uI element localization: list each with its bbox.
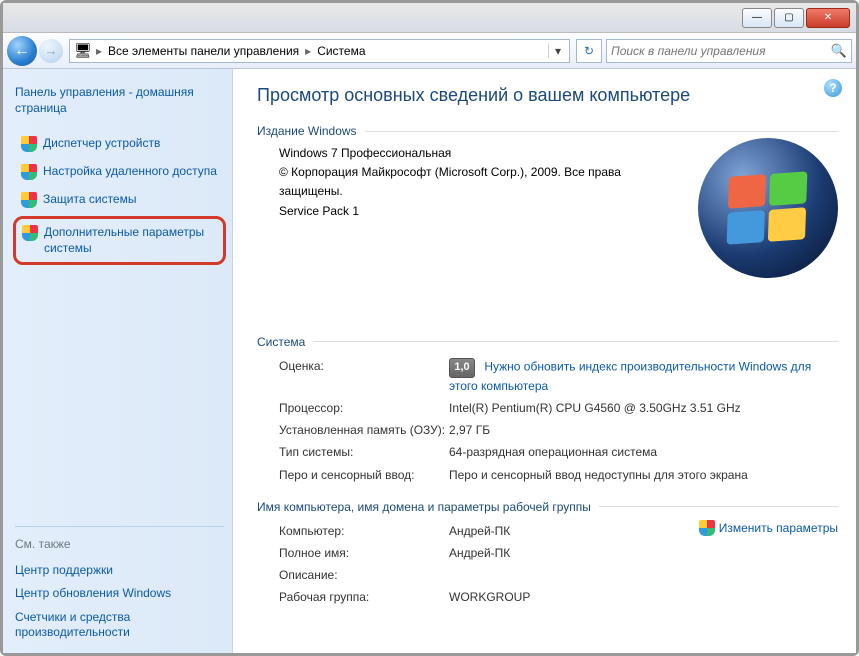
see-also-link-windows-update[interactable]: Центр обновления Windows [15,582,224,606]
row-value: 2,97 ГБ [449,422,490,438]
see-also-link-perf-tools[interactable]: Счетчики и средства производительности [15,606,224,645]
row-label: Тип системы: [279,444,449,460]
computer-icon: 🖥 [74,42,92,60]
change-settings-label: Изменить параметры [719,521,838,535]
minimize-button[interactable]: — [742,8,772,28]
sidebar-link-advanced-system[interactable]: Дополнительные параметры системы [13,216,226,265]
row-label: Процессор: [279,400,449,416]
row-value: Перо и сенсорный ввод недоступны для это… [449,467,748,483]
section-windows-edition: Издание Windows Windows 7 Профессиональн… [257,124,838,321]
close-button[interactable]: ✕ [806,8,850,28]
breadcrumb-dropdown[interactable]: ▾ [548,44,567,58]
row-label: Полное имя: [279,545,449,561]
sidebar: Панель управления - домашняя страница Ди… [3,69,233,653]
chevron-right-icon[interactable]: ▸ [94,44,104,58]
row-value: Intel(R) Pentium(R) CPU G4560 @ 3.50GHz … [449,400,741,416]
breadcrumb-item[interactable]: Все элементы панели управления [104,44,303,58]
row-label: Рабочая группа: [279,589,449,605]
row-value: 64-разрядная операционная система [449,444,657,460]
shield-icon [21,192,37,208]
row-label: Описание: [279,567,449,583]
search-icon: 🔍 [831,43,847,59]
nav-back-button[interactable]: ← [7,36,37,66]
section-computer-name: Имя компьютера, имя домена и параметры р… [257,500,838,609]
breadcrumb-item[interactable]: Система [313,44,369,58]
shield-icon [699,520,715,536]
see-also-title: См. также [15,537,224,551]
change-settings-link[interactable]: Изменить параметры [699,520,838,536]
section-legend: Система [257,335,313,349]
maximize-button[interactable]: ▢ [774,8,804,28]
row-label: Перо и сенсорный ввод: [279,467,449,483]
sidebar-item-label: Дополнительные параметры системы [44,225,217,256]
main-content: ? Просмотр основных сведений о вашем ком… [233,69,856,653]
sidebar-link-device-manager[interactable]: Диспетчер устройств [15,130,224,158]
edition-copyright: © Корпорация Майкрософт (Microsoft Corp.… [279,163,639,201]
row-label: Установленная память (ОЗУ): [279,422,449,438]
shield-icon [22,225,38,241]
row-label: Оценка: [279,358,449,394]
section-system: Система Оценка: 1,0 Нужно обновить индек… [257,335,838,486]
search-box[interactable]: 🔍 [606,39,852,63]
page-title: Просмотр основных сведений о вашем компь… [257,85,838,106]
sidebar-see-also: См. также Центр поддержки Центр обновлен… [15,526,224,645]
experience-index-score: 1,0 [449,358,475,378]
breadcrumb[interactable]: 🖥 ▸ Все элементы панели управления ▸ Сис… [69,39,570,63]
navbar: ← → 🖥 ▸ Все элементы панели управления ▸… [3,33,856,69]
nav-forward-button[interactable]: → [39,39,63,63]
windows-logo [698,138,838,278]
sidebar-item-label: Диспетчер устройств [43,136,160,152]
row-value: Андрей-ПК [449,523,510,539]
sidebar-item-label: Настройка удаленного доступа [43,164,217,180]
section-legend: Имя компьютера, имя домена и параметры р… [257,500,599,514]
search-input[interactable] [611,44,831,58]
titlebar: — ▢ ✕ [3,3,856,33]
row-label: Компьютер: [279,523,449,539]
sidebar-home-link[interactable]: Панель управления - домашняя страница [15,85,224,116]
sidebar-link-system-protection[interactable]: Защита системы [15,186,224,214]
refresh-icon: ↻ [584,44,594,58]
row-value: Андрей-ПК [449,545,510,561]
shield-icon [21,164,37,180]
chevron-right-icon[interactable]: ▸ [303,44,313,58]
section-legend: Издание Windows [257,124,365,138]
help-button[interactable]: ? [824,79,842,97]
row-value: WORKGROUP [449,589,530,605]
refresh-button[interactable]: ↻ [576,39,602,63]
shield-icon [21,136,37,152]
sidebar-item-label: Защита системы [43,192,136,208]
see-also-link-action-center[interactable]: Центр поддержки [15,559,224,583]
sidebar-link-remote-settings[interactable]: Настройка удаленного доступа [15,158,224,186]
update-index-link[interactable]: Нужно обновить индекс производительности… [449,359,811,392]
